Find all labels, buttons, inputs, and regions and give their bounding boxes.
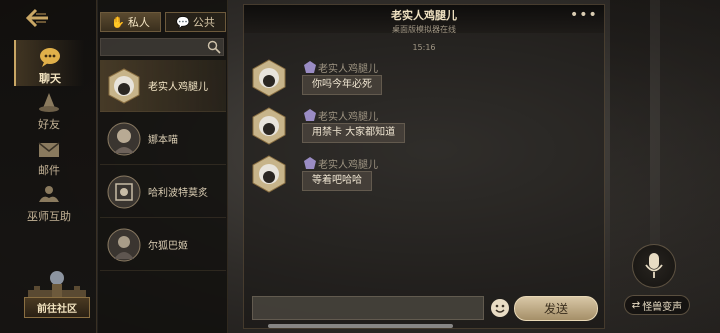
more-options-button[interactable]: •••	[570, 8, 597, 23]
message-timestamp: 15:16	[412, 43, 436, 52]
sender-name: 老实人鸡腿儿	[318, 160, 378, 171]
avatar	[107, 228, 141, 261]
castle-icon	[28, 271, 86, 300]
nav-item-label: 聊天	[39, 72, 61, 85]
contact-name: 娜本喵	[148, 135, 178, 146]
search-icon[interactable]	[207, 40, 221, 54]
microphone-icon	[645, 253, 663, 278]
contact-item[interactable]: 老实人鸡腿儿	[100, 60, 226, 112]
message-bubble: 等着吧哈哈	[302, 171, 372, 191]
nav-item-friends[interactable]: 好友	[14, 86, 84, 132]
helping-hands-icon	[39, 186, 59, 202]
contact-name: 哈利波特莫炙	[148, 188, 208, 199]
send-button[interactable]: 发送	[514, 296, 598, 321]
contact-item[interactable]: 哈利波特莫炙	[100, 166, 226, 218]
voice-changer-button[interactable]: ⇄ 怪兽变声	[624, 295, 690, 315]
envelope-icon	[38, 142, 60, 157]
nav-item-label: 巫师互助	[27, 210, 71, 223]
left-nav-rail: 聊天 好友 邮件 巫师互助 前往社区	[0, 0, 97, 333]
tab-label: 公共	[192, 16, 215, 29]
contacts-panel: ✋ 私人 💬 公共 老实人鸡腿儿 娜本喵 哈利波特莫炙 尔狐巴姬	[98, 0, 228, 333]
home-indicator	[268, 324, 453, 328]
nav-item-mail[interactable]: 邮件	[14, 132, 84, 178]
contact-item[interactable]: 娜本喵	[100, 113, 226, 165]
crest-badge-icon	[304, 109, 316, 121]
chat-message: 老实人鸡腿儿 你吗今年必死	[248, 59, 548, 101]
message-bubble: 你吗今年必死	[302, 75, 382, 95]
hand-icon: ✋	[111, 15, 125, 29]
avatar	[108, 67, 140, 104]
voice-record-button[interactable]	[632, 244, 676, 288]
tab-private[interactable]: ✋ 私人	[100, 12, 161, 32]
sender-name: 老实人鸡腿儿	[318, 64, 378, 75]
crest-badge-icon	[304, 61, 316, 73]
contact-name: 老实人鸡腿儿	[148, 82, 208, 93]
contact-name: 尔狐巴姬	[148, 241, 188, 252]
nav-item-chat[interactable]: 聊天	[14, 40, 84, 86]
chat-status: 桌面版模拟器在线	[392, 25, 456, 34]
chat-type-tabs: ✋ 私人 💬 公共	[100, 12, 226, 32]
go-to-community-button[interactable]: 前往社区	[24, 270, 90, 318]
chat-header: 老实人鸡腿儿 桌面版模拟器在线 •••	[244, 5, 604, 34]
avatar[interactable]	[250, 107, 288, 145]
crest-badge-icon	[304, 157, 316, 169]
search-input[interactable]	[101, 43, 223, 60]
chat-message: 老实人鸡腿儿 用禁卡 大家都知道	[248, 107, 548, 149]
contact-item[interactable]: 尔狐巴姬	[100, 219, 226, 271]
message-bubble: 用禁卡 大家都知道	[302, 123, 406, 143]
chat-title: 老实人鸡腿儿	[391, 9, 457, 22]
chat-panel: 老实人鸡腿儿 桌面版模拟器在线 ••• 15:16 老实人鸡腿儿 你吗今年必死 …	[243, 4, 605, 329]
chat-bubbles-icon: 💬	[176, 15, 190, 29]
tab-public[interactable]: 💬 公共	[165, 12, 226, 32]
avatar[interactable]	[250, 155, 288, 193]
nav-item-label: 邮件	[38, 164, 60, 177]
chat-message: 老实人鸡腿儿 等着吧哈哈	[248, 155, 548, 197]
ellipsis-icon: •••	[570, 7, 598, 23]
back-button[interactable]	[22, 6, 50, 30]
emoji-icon[interactable]	[490, 298, 510, 318]
message-input-box	[252, 296, 484, 321]
voice-changer-label: 怪兽变声	[642, 301, 683, 313]
avatar[interactable]	[250, 59, 288, 97]
background-pillar	[660, 0, 720, 333]
avatar	[107, 122, 141, 155]
wizard-hat-icon	[39, 93, 59, 112]
message-input[interactable]	[253, 298, 483, 321]
message-input-row: 发送	[252, 296, 600, 322]
sender-name: 老实人鸡腿儿	[318, 112, 378, 123]
nav-item-label: 好友	[38, 118, 60, 131]
search-box	[100, 38, 224, 60]
community-label: 前往社区	[24, 297, 90, 318]
swap-icon: ⇄	[631, 299, 641, 311]
back-arrow-icon	[25, 8, 48, 28]
avatar	[107, 175, 141, 208]
chat-bubble-icon	[40, 48, 60, 67]
tab-label: 私人	[127, 16, 150, 29]
nav-item-wizard-help[interactable]: 巫师互助	[14, 178, 84, 224]
